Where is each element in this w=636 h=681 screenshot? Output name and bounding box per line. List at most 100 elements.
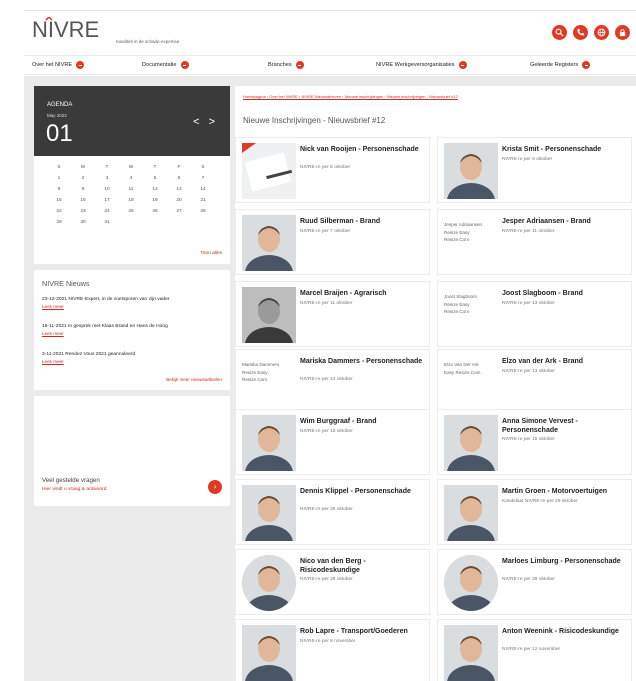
member-card[interactable]: Nick van Rooijen - Personenschade NIVRE-r… [235,137,430,203]
member-name[interactable]: Jesper Adriaansen - Brand [502,217,628,226]
nav-item-over-het-nivre[interactable]: Over het NIVRE [32,61,85,69]
calendar-panel: S M T W T F S 1 2 3 4 5 6 7 8 9 10 11 12 13 14 15 16 17 18 19 20 21… [34,156,230,264]
calendar-weekday: W [128,165,134,170]
member-registration-date: NIVRE-re per 11 oktober [502,229,555,234]
member-name[interactable]: Wim Burggraaf - Brand [300,417,426,426]
calendar-day[interactable]: 11 [119,186,143,194]
logo-wordmark: NIVRE [32,17,99,42]
member-card[interactable]: Dennis Klippel - Personenschade NIVRE-re … [235,479,430,545]
calendar-day[interactable]: 22 [47,208,71,216]
lock-icon[interactable] [615,25,630,40]
member-name[interactable]: Nico van den Berg - Risicodeskundige [300,557,426,575]
nav-item-documentatie[interactable]: Documentatie [142,61,189,69]
member-name[interactable]: Rob Lapre - Transport/Goederen [300,627,426,636]
member-card[interactable]: Nico van den Berg - Risicodeskundige NIVR… [235,549,430,615]
calendar-day[interactable]: 12 [143,186,167,194]
calendar-day[interactable]: 23 [71,208,95,216]
more-news-link[interactable]: Bekijk meer nieuwsartikelen [166,377,222,382]
member-registration-date: NIVRE-re per 13 oktober [300,377,353,382]
member-registration-date: NIVRE-re per 15 oktober [300,429,353,434]
calendar-day[interactable]: 20 [167,197,191,205]
member-card[interactable]: Mariska Dammers Resize Easy Resize.Com Ma… [235,349,430,415]
calendar-day[interactable]: 2 [71,175,95,183]
calendar-day[interactable]: 9 [71,186,95,194]
calendar-day[interactable]: 6 [167,175,191,183]
calendar-day[interactable]: 19 [143,197,167,205]
read-more-link[interactable]: Lees meer [42,304,170,309]
calendar-weekday: F [177,165,181,170]
member-name[interactable]: Marloes Limburg - Personenschade [502,557,628,566]
member-card[interactable]: Anton Weenink - Risicodeskundige NIVRE-re… [437,619,632,681]
member-name[interactable]: Anna Simone Vervest - Personenschade [502,417,628,435]
calendar-day[interactable]: 25 [119,208,143,216]
member-registration-date: NIVRE-re per 13 oktober [502,301,555,306]
calendar-day[interactable]: 5 [143,175,167,183]
calendar-day[interactable]: 10 [95,186,119,194]
calendar-day[interactable]: 28 [191,208,215,216]
member-name[interactable]: Martin Groen - Motorvoertuigen [502,487,628,496]
calendar-day[interactable]: 30 [71,219,95,227]
member-card[interactable]: Anna Simone Vervest - Personenschade NIVR… [437,409,632,475]
news-item-text: 3-11-2021 Rendez Vous 2021 geannuleerd [42,352,136,357]
member-card[interactable]: Marcel Braijen - Agrarisch NIVRE-re per 1… [235,281,430,347]
member-name[interactable]: Ruud Silberman - Brand [300,217,426,226]
calendar-day[interactable]: 17 [95,197,119,205]
search-icon[interactable] [552,25,567,40]
nav-item-werkgeversorganisaties[interactable]: NIVRE Werkgeversorganisaties [376,61,467,69]
globe-icon[interactable] [594,25,609,40]
calendar-day[interactable]: 24 [95,208,119,216]
member-card[interactable]: Marloes Limburg - Personenschade NIVRE-re… [437,549,632,615]
calendar-day[interactable]: 3 [95,175,119,183]
chevron-right-icon[interactable]: › [208,480,222,494]
calendar-day[interactable]: 18 [119,197,143,205]
show-all-link[interactable]: Toon alles [200,251,222,256]
faq-link[interactable]: Hier vindt u vraag & antwoord [42,487,106,492]
member-card[interactable]: Jesper Adriaansen Resize Easy Resize.Com… [437,209,632,275]
calendar-day[interactable]: 16 [71,197,95,205]
member-photo [444,143,498,199]
member-card[interactable]: Krista Smit - Personenschade NIVRE-re per… [437,137,632,203]
calendar-day[interactable]: 7 [191,175,215,183]
member-name[interactable]: Joost Slagboom - Brand [502,289,628,298]
agenda-nav-arrows[interactable]: < > [193,116,218,128]
calendar-day[interactable]: 14 [191,186,215,194]
nav-item-branches[interactable]: Branches [268,61,304,69]
read-more-link[interactable]: Lees meer [42,331,168,336]
calendar-day[interactable]: 21 [191,197,215,205]
agenda-panel: AGENDA May 2022 01 < > [34,86,230,156]
member-photo [444,555,498,611]
member-name[interactable]: Anton Weenink - Risicodeskundige [502,627,628,636]
news-panel: NIVRE Nieuws 23-12-2021 NIVRE-Expert, in… [34,270,230,390]
member-card[interactable]: Elzo Van Der Ark Easy Resize.Com Elzo van… [437,349,632,415]
calendar-day[interactable]: 13 [167,186,191,194]
nivre-logo[interactable]: NIVRE Kwaliteit in de schade-expertise [32,17,179,44]
calendar-day[interactable]: 26 [143,208,167,216]
calendar-weekday: S [57,165,61,170]
member-name[interactable]: Elzo van der Ark - Brand [502,357,628,366]
member-card[interactable]: Wim Burggraaf - Brand NIVRE-re per 15 okt… [235,409,430,475]
member-name[interactable]: Dennis Klippel - Personenschade [300,487,426,496]
member-photo [242,555,296,611]
calendar-day[interactable]: 29 [47,219,71,227]
calendar-day[interactable]: 15 [47,197,71,205]
breadcrumb[interactable]: Homepagina › Over het NIVRE › NIVRE Nieu… [243,94,458,99]
calendar-day[interactable]: 4 [119,175,143,183]
member-card[interactable]: Rob Lapre - Transport/Goederen NIVRE-re p… [235,619,430,681]
nav-item-registers[interactable]: Geleerde Registers [530,61,591,69]
member-card[interactable]: Ruud Silberman - Brand NIVRE-re per 7 okt… [235,209,430,275]
calendar-day[interactable]: 31 [95,219,119,227]
calendar-day[interactable]: 1 [47,175,71,183]
news-item: 3-11-2021 Rendez Vous 2021 geannuleerd L… [42,352,135,364]
member-name[interactable]: Marcel Braijen - Agrarisch [300,289,426,298]
calendar-day[interactable]: 27 [167,208,191,216]
faq-title: Veel gestelde vragen [42,477,100,484]
member-name[interactable]: Nick van Rooijen - Personenschade [300,145,426,154]
calendar-day[interactable]: 8 [47,186,71,194]
photo-alt-text: Elzo Van Der Ark Easy Resize.Com [444,362,481,375]
read-more-link[interactable]: Lees meer [42,359,135,364]
member-name[interactable]: Mariska Dammers - Personenschade [300,357,426,366]
member-name[interactable]: Krista Smit - Personenschade [502,145,628,154]
phone-icon[interactable] [573,25,588,40]
member-card[interactable]: Joost Slagboom Resize Easy Resize.Com Joo… [437,281,632,347]
member-card[interactable]: Martin Groen - Motorvoertuigen Kandidaat … [437,479,632,545]
